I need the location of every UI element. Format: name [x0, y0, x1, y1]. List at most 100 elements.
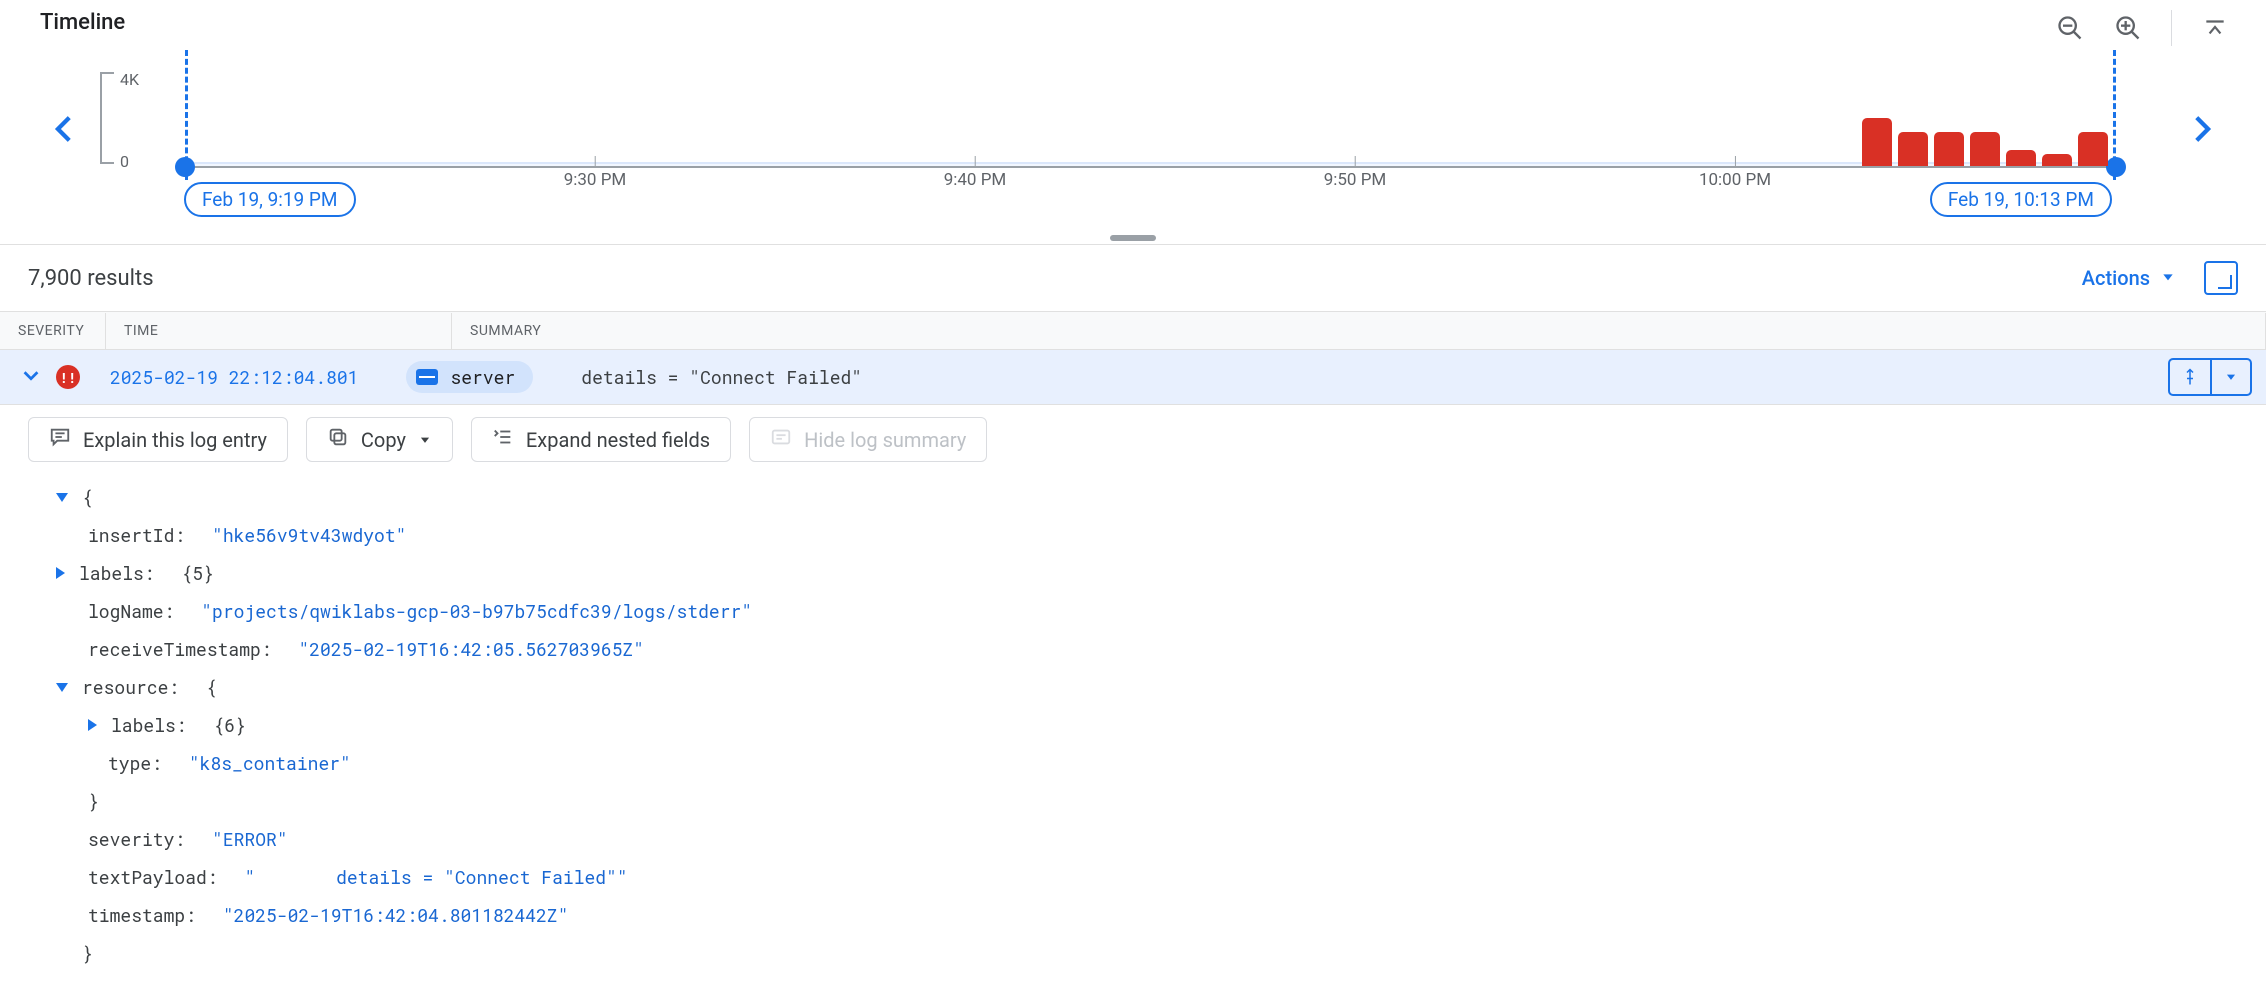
json-brace: } [82, 934, 93, 972]
expand-row-icon[interactable] [20, 364, 42, 391]
bar[interactable] [1862, 118, 1892, 166]
range-start-pill[interactable]: Feb 19, 9:19 PM [184, 182, 356, 217]
json-node[interactable]: timestamp: "2025-02-19T16:42:04.80118244… [28, 896, 2266, 934]
col-time[interactable]: TIME [106, 313, 452, 349]
log-row[interactable]: !! 2025-02-19 22:12:04.801 server detail… [0, 350, 2266, 405]
copy-icon [327, 426, 349, 453]
service-icon [416, 369, 438, 385]
zoom-in-icon[interactable] [2113, 13, 2143, 43]
zoom-out-icon[interactable] [2055, 13, 2085, 43]
json-node[interactable]: { [28, 478, 2266, 516]
hide-label: Hide log summary [804, 428, 966, 452]
json-node[interactable]: type: "k8s_container" [28, 744, 2266, 782]
timeline-tools [2055, 10, 2246, 46]
json-value: "k8s_container" [189, 744, 351, 782]
json-key: resource: [82, 668, 179, 706]
results-count: 7,900 results [28, 266, 154, 291]
json-key: logName: [88, 592, 174, 630]
timeline-bars [1862, 118, 2108, 166]
panel-resize-handle[interactable] [1110, 235, 1156, 241]
range-end-pill[interactable]: Feb 19, 10:13 PM [1930, 182, 2112, 217]
explain-label: Explain this log entry [83, 428, 267, 452]
json-value: "projects/qwiklabs-gcp-03-b97b75cdfc39/l… [201, 592, 752, 630]
range-handle-left[interactable] [175, 157, 195, 177]
log-row-toolbar: Explain this log entry Copy Expand neste… [0, 405, 2266, 474]
json-value: {6} [213, 706, 245, 744]
json-value: "hke56v9tv43wdyot" [212, 516, 406, 554]
severity-badge-error[interactable]: !! [56, 365, 80, 389]
triangle-right-icon[interactable] [88, 719, 97, 731]
timeline-tick: 9:40 PM [944, 170, 1007, 190]
json-value: "2025-02-19T16:42:04.801182442Z" [223, 896, 569, 934]
results-bar: 7,900 results Actions [0, 245, 2266, 312]
json-node[interactable]: receiveTimestamp: "2025-02-19T16:42:05.5… [28, 630, 2266, 668]
timeline-chart[interactable]: 4K 0 Feb 19, 9:19 PM Feb 19, 10:13 PM 9:… [20, 52, 2246, 222]
json-node[interactable]: insertId: "hke56v9tv43wdyot" [28, 516, 2266, 554]
collapse-panel-icon[interactable] [2200, 13, 2230, 43]
hide-summary-button[interactable]: Hide log summary [749, 417, 987, 462]
json-node[interactable]: severity: "ERROR" [28, 820, 2266, 858]
triangle-down-icon[interactable] [56, 683, 68, 692]
json-node[interactable]: labels: {5} [28, 554, 2266, 592]
timeline-axis [185, 162, 2116, 168]
explain-log-button[interactable]: Explain this log entry [28, 417, 288, 462]
json-node[interactable]: logName: "projects/qwiklabs-gcp-03-b97b7… [28, 592, 2266, 630]
timeline-ylabel-min: 0 [120, 152, 129, 171]
json-key: severity: [88, 820, 185, 858]
json-key: textPayload: [88, 858, 218, 896]
json-brace: } [88, 782, 99, 820]
json-value: "2025-02-19T16:42:05.562703965Z" [298, 630, 644, 668]
triangle-down-icon[interactable] [56, 493, 68, 502]
json-node[interactable]: } [28, 934, 2266, 972]
timeline-prev-icon[interactable] [48, 112, 82, 150]
log-json-tree: { insertId: "hke56v9tv43wdyot" labels: {… [0, 474, 2266, 992]
json-node[interactable]: textPayload: " details = "Connect Failed… [28, 858, 2266, 896]
bar[interactable] [2006, 150, 2036, 166]
json-node[interactable]: labels: {6} [28, 706, 2266, 744]
expand-label: Expand nested fields [526, 428, 710, 452]
divider [2171, 10, 2172, 46]
json-value: "ERROR" [212, 820, 288, 858]
caret-down-icon[interactable] [2210, 360, 2250, 394]
timeline-section: Timeline 4K 0 [0, 0, 2266, 245]
bar[interactable] [1898, 132, 1928, 166]
bar[interactable] [1934, 132, 1964, 166]
timeline-yaxis [100, 74, 114, 164]
timeline-ylabel-max: 4K [120, 70, 139, 89]
json-brace: { [82, 478, 93, 516]
range-handle-right[interactable] [2106, 157, 2126, 177]
row-timestamp[interactable]: 2025-02-19 22:12:04.801 [110, 365, 358, 389]
logs-table-header: SEVERITY TIME SUMMARY [0, 312, 2266, 350]
json-key: timestamp: [88, 896, 196, 934]
chat-icon [49, 426, 71, 453]
triangle-right-icon[interactable] [56, 567, 65, 579]
timeline-plot[interactable] [185, 60, 2116, 168]
timeline-tick: 10:00 PM [1699, 170, 1771, 190]
json-value: details = "Connect Failed"" [336, 858, 628, 896]
fullscreen-icon[interactable] [2204, 261, 2238, 295]
caret-down-icon [2160, 266, 2176, 290]
row-summary: details = "Connect Failed" [581, 365, 862, 389]
json-brace: { [206, 668, 217, 706]
bar[interactable] [1970, 132, 2000, 166]
service-name: server [450, 365, 515, 389]
hide-icon [770, 426, 792, 453]
copy-button[interactable]: Copy [306, 417, 453, 462]
json-node[interactable]: resource: { [28, 668, 2266, 706]
col-summary[interactable]: SUMMARY [452, 313, 2266, 349]
json-quote: " [244, 858, 255, 896]
actions-button[interactable]: Actions [2082, 266, 2176, 290]
copy-label: Copy [361, 428, 406, 452]
json-key: type: [108, 744, 162, 782]
expand-fields-button[interactable]: Expand nested fields [471, 417, 731, 462]
pin-icon[interactable] [2170, 360, 2210, 394]
col-severity[interactable]: SEVERITY [0, 313, 106, 349]
caret-down-icon [418, 428, 432, 452]
actions-label: Actions [2082, 266, 2150, 290]
timeline-next-icon[interactable] [2184, 112, 2218, 150]
service-chip[interactable]: server [406, 361, 533, 393]
json-node[interactable]: } [28, 782, 2266, 820]
timeline-title: Timeline [20, 10, 125, 35]
bar[interactable] [2078, 132, 2108, 166]
bar[interactable] [2042, 154, 2072, 166]
